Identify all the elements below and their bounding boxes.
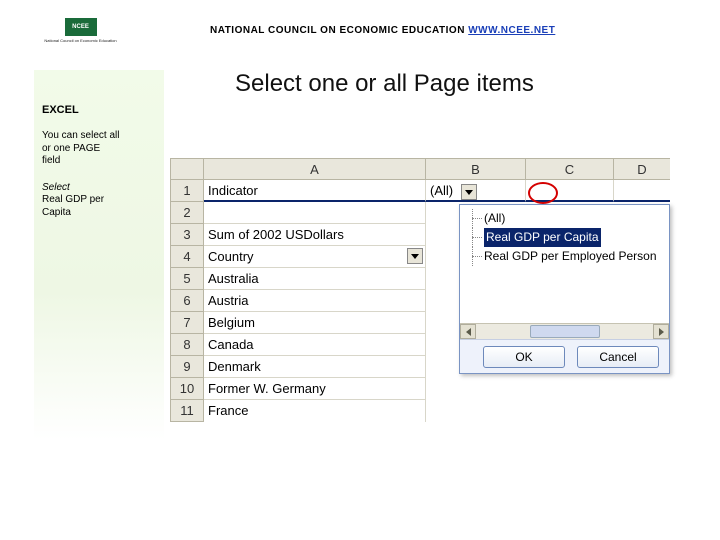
scroll-right-button[interactable] <box>653 324 669 339</box>
row-field-dropdown-button[interactable] <box>407 248 423 264</box>
table-row: 8 Canada <box>170 334 426 356</box>
sidebar-heading: EXCEL <box>42 104 156 116</box>
col-header-A[interactable]: A <box>204 158 426 180</box>
cell[interactable]: Belgium <box>204 312 426 334</box>
row-header[interactable]: 5 <box>170 268 204 290</box>
sidebar: EXCEL You can select all or one PAGE fie… <box>34 70 164 440</box>
page-field-value: (All) <box>430 183 453 198</box>
cell-A1[interactable]: Indicator <box>204 180 426 202</box>
logo-badge: NCEE <box>65 18 97 36</box>
excel-screenshot: A B C D 1 Indicator (All) 2 3 Sum of 200… <box>170 148 670 428</box>
cell[interactable]: Former W. Germany <box>204 378 426 400</box>
row-header[interactable]: 2 <box>170 202 204 224</box>
cell[interactable] <box>204 202 426 224</box>
page-field-dropdown: (All) Real GDP per Capita Real GDP per E… <box>459 204 670 374</box>
select-all-corner[interactable] <box>170 158 204 180</box>
cell-C1[interactable] <box>526 180 614 202</box>
row-header[interactable]: 10 <box>170 378 204 400</box>
table-row: 5 Australia <box>170 268 426 290</box>
ok-button[interactable]: OK <box>483 346 565 368</box>
scroll-thumb[interactable] <box>530 325 600 338</box>
cell[interactable]: Denmark <box>204 356 426 378</box>
col-header-C[interactable]: C <box>526 158 614 180</box>
sidebar-para-2: Select Real GDP per Capita <box>42 182 156 220</box>
cell[interactable]: Austria <box>204 290 426 312</box>
row-header[interactable]: 6 <box>170 290 204 312</box>
horizontal-scrollbar[interactable] <box>460 323 669 339</box>
dropdown-button-bar: OK Cancel <box>460 339 669 373</box>
table-row: 2 <box>170 202 426 224</box>
ncee-logo: NCEE National Council on Economic Educat… <box>38 10 123 50</box>
row-header[interactable]: 8 <box>170 334 204 356</box>
org-name: NATIONAL COUNCIL ON ECONOMIC EDUCATION <box>210 25 465 36</box>
row-header[interactable]: 1 <box>170 180 204 202</box>
table-row: 1 Indicator (All) <box>170 180 670 202</box>
cell[interactable]: Canada <box>204 334 426 356</box>
table-row: 4 Country <box>170 246 426 268</box>
cell-B1[interactable]: (All) <box>426 180 526 202</box>
page-field-dropdown-button[interactable] <box>461 184 477 200</box>
table-row: 3 Sum of 2002 USDollars <box>170 224 426 246</box>
cell[interactable]: Sum of 2002 USDollars <box>204 224 426 246</box>
dropdown-list: (All) Real GDP per Capita Real GDP per E… <box>460 205 669 323</box>
slide: { "header": { "org_text": "NATIONAL COUN… <box>0 0 720 540</box>
cell[interactable]: Country <box>204 246 426 268</box>
sidebar-para-1: You can select all or one PAGE field <box>42 130 156 168</box>
dropdown-item[interactable]: (All) <box>464 209 665 228</box>
cancel-button[interactable]: Cancel <box>577 346 659 368</box>
table-row: 6 Austria <box>170 290 426 312</box>
row-header[interactable]: 7 <box>170 312 204 334</box>
row-header[interactable]: 3 <box>170 224 204 246</box>
table-row: 10 Former W. Germany <box>170 378 426 400</box>
dropdown-item-selected[interactable]: Real GDP per Capita <box>464 228 665 247</box>
table-row: 9 Denmark <box>170 356 426 378</box>
slide-title: Select one or all Page items <box>235 70 534 98</box>
dropdown-item[interactable]: Real GDP per Employed Person <box>464 247 665 266</box>
column-headers: A B C D <box>170 158 670 180</box>
cell[interactable]: France <box>204 400 426 422</box>
col-header-D[interactable]: D <box>614 158 670 180</box>
header-text: NATIONAL COUNCIL ON ECONOMIC EDUCATION W… <box>210 25 555 36</box>
col-header-B[interactable]: B <box>426 158 526 180</box>
row-header[interactable]: 11 <box>170 400 204 422</box>
ncee-link[interactable]: WWW.NCEE.NET <box>468 25 555 36</box>
table-row: 11 France <box>170 400 426 422</box>
cell-D1[interactable] <box>614 180 670 202</box>
table-row: 7 Belgium <box>170 312 426 334</box>
row-header[interactable]: 9 <box>170 356 204 378</box>
row-header[interactable]: 4 <box>170 246 204 268</box>
chevron-left-icon <box>466 328 471 336</box>
cell[interactable]: Australia <box>204 268 426 290</box>
logo-caption: National Council on Economic Education <box>44 38 116 43</box>
chevron-right-icon <box>659 328 664 336</box>
scroll-left-button[interactable] <box>460 324 476 339</box>
